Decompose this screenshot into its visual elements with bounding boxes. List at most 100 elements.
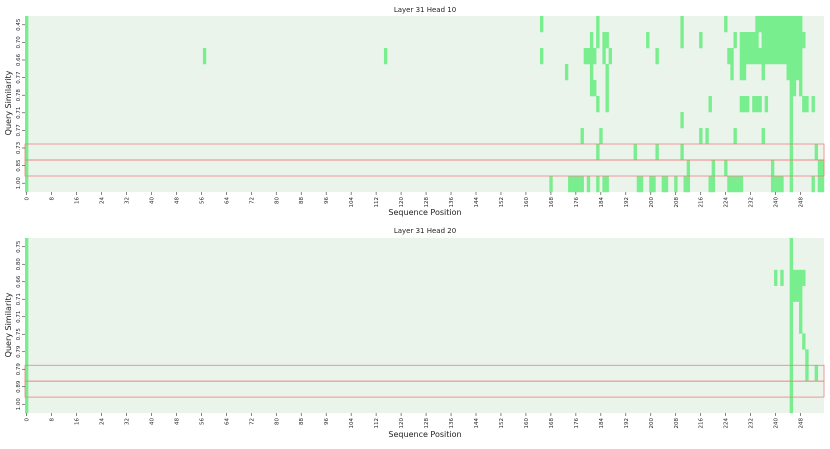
heatmap-cell <box>758 96 762 113</box>
heatmap-cell <box>789 301 794 318</box>
heatmap-cell <box>792 48 797 65</box>
heatmap-cell <box>655 48 659 65</box>
heatmap-cell <box>580 128 584 145</box>
heatmap-cell <box>752 48 756 65</box>
x-tick-label: 8 <box>50 418 56 422</box>
heatmap-cell <box>739 96 744 113</box>
heatmap-cell <box>708 96 712 113</box>
heatmap-cell <box>605 32 609 49</box>
heatmap-cell <box>586 48 591 65</box>
heatmap-cell <box>789 349 794 366</box>
heatmap-cell <box>761 128 765 145</box>
heatmap-cell <box>736 176 740 193</box>
x-tick-label: 112 <box>374 197 380 208</box>
heatmap-background <box>25 16 824 192</box>
heatmap-cell <box>699 32 703 49</box>
heatmap-cell <box>774 48 778 65</box>
x-tick-label: 232 <box>749 418 755 429</box>
x-tick-label: 168 <box>549 197 555 208</box>
heatmap-panel-head-10: Layer 31 Head 10 Sequence Position Query… <box>4 6 825 217</box>
x-tick-label: 32 <box>124 197 130 204</box>
heatmap-cell <box>25 317 29 334</box>
heatmap-cell <box>786 16 790 33</box>
heatmap-cell <box>745 96 750 113</box>
heatmap-cell <box>25 397 29 414</box>
x-tick-label: 104 <box>349 197 355 208</box>
heatmap-cell <box>767 48 772 65</box>
x-tick-label: 16 <box>75 418 81 425</box>
heatmap-cell <box>783 48 787 65</box>
x-axis-label: Sequence Position <box>388 430 461 439</box>
heatmap-cell <box>755 16 759 33</box>
heatmap-cell <box>770 16 775 33</box>
heatmap-cell <box>799 301 803 318</box>
heatmap-cell <box>589 48 594 65</box>
heatmap-cell <box>739 32 744 49</box>
heatmap-cell <box>686 160 691 177</box>
heatmap-cell <box>780 48 784 65</box>
chart-title: Layer 31 Head 10 <box>394 6 456 14</box>
heatmap-cell <box>767 32 772 49</box>
heatmap-cell <box>795 48 800 65</box>
x-axis-label: Sequence Position <box>388 208 461 217</box>
heatmap-cell <box>799 80 803 97</box>
x-tick-label: 88 <box>299 418 305 425</box>
heatmap-cell <box>789 365 794 382</box>
x-tick-label: 200 <box>649 418 655 429</box>
heatmap-cell <box>805 349 809 366</box>
y-tick-label: 0.70 <box>16 36 22 49</box>
x-tick-label: 0 <box>25 197 31 201</box>
heatmap-cell <box>639 176 644 193</box>
heatmap-cell <box>792 285 797 302</box>
y-tick-label: 0.79 <box>16 345 22 358</box>
y-tick-label: 0.80 <box>16 258 22 271</box>
heatmap-cell <box>783 16 787 33</box>
heatmap-cell <box>655 144 659 161</box>
heatmap-cell <box>789 176 794 193</box>
x-tick-label: 24 <box>99 197 105 204</box>
heatmap-cell <box>25 160 29 177</box>
x-tick-label: 56 <box>199 418 205 425</box>
y-ticks: 0.45 0.70 0.66 0.77 0.78 0.71 0.77 0.73 0.85 1.00 <box>16 18 25 189</box>
x-tick-label: 8 <box>50 197 56 201</box>
heatmap-cell <box>711 160 716 177</box>
y-tick-label: 0.75 <box>16 240 22 253</box>
x-tick-label: 184 <box>599 418 605 429</box>
heatmap-cell <box>814 365 819 382</box>
x-tick-label: 232 <box>749 197 755 208</box>
heatmap-cells <box>25 16 825 193</box>
heatmap-cell <box>789 397 794 414</box>
heatmap-cell <box>680 16 684 33</box>
heatmap-cell <box>792 32 797 49</box>
heatmap-cell <box>789 16 794 33</box>
x-tick-label: 120 <box>399 418 405 429</box>
heatmap-cell <box>202 48 207 65</box>
heatmap-cell <box>383 48 388 65</box>
heatmap-cell <box>789 48 794 65</box>
heatmap-cell <box>699 128 703 145</box>
heatmap-cell <box>799 269 803 286</box>
heatmap-cell <box>686 176 691 193</box>
heatmap-cell <box>649 176 653 193</box>
figure-root: Layer 31 Head 10 Sequence Position Query… <box>0 0 830 445</box>
heatmap-cell <box>571 176 575 193</box>
heatmap-cell <box>780 16 784 33</box>
y-tick-label: 1.00 <box>16 177 22 190</box>
heatmap-cell <box>583 48 588 65</box>
heatmap-cell <box>774 269 778 286</box>
y-tick-label: 0.71 <box>16 107 22 119</box>
heatmap-cell <box>749 32 753 49</box>
heatmap-cell <box>25 333 29 350</box>
heatmap-cell <box>755 48 759 65</box>
heatmap-cell <box>770 176 775 193</box>
heatmap-cell <box>605 80 609 97</box>
heatmap-cell <box>25 301 29 318</box>
heatmap-cell <box>758 16 762 33</box>
heatmap-cell <box>539 16 544 33</box>
heatmap-cell <box>633 144 637 161</box>
heatmap-cell <box>817 160 822 177</box>
heatmap-cell <box>802 96 806 113</box>
heatmap-cell <box>730 48 734 65</box>
x-tick-label: 56 <box>199 197 205 204</box>
heatmap-cell <box>605 176 609 193</box>
